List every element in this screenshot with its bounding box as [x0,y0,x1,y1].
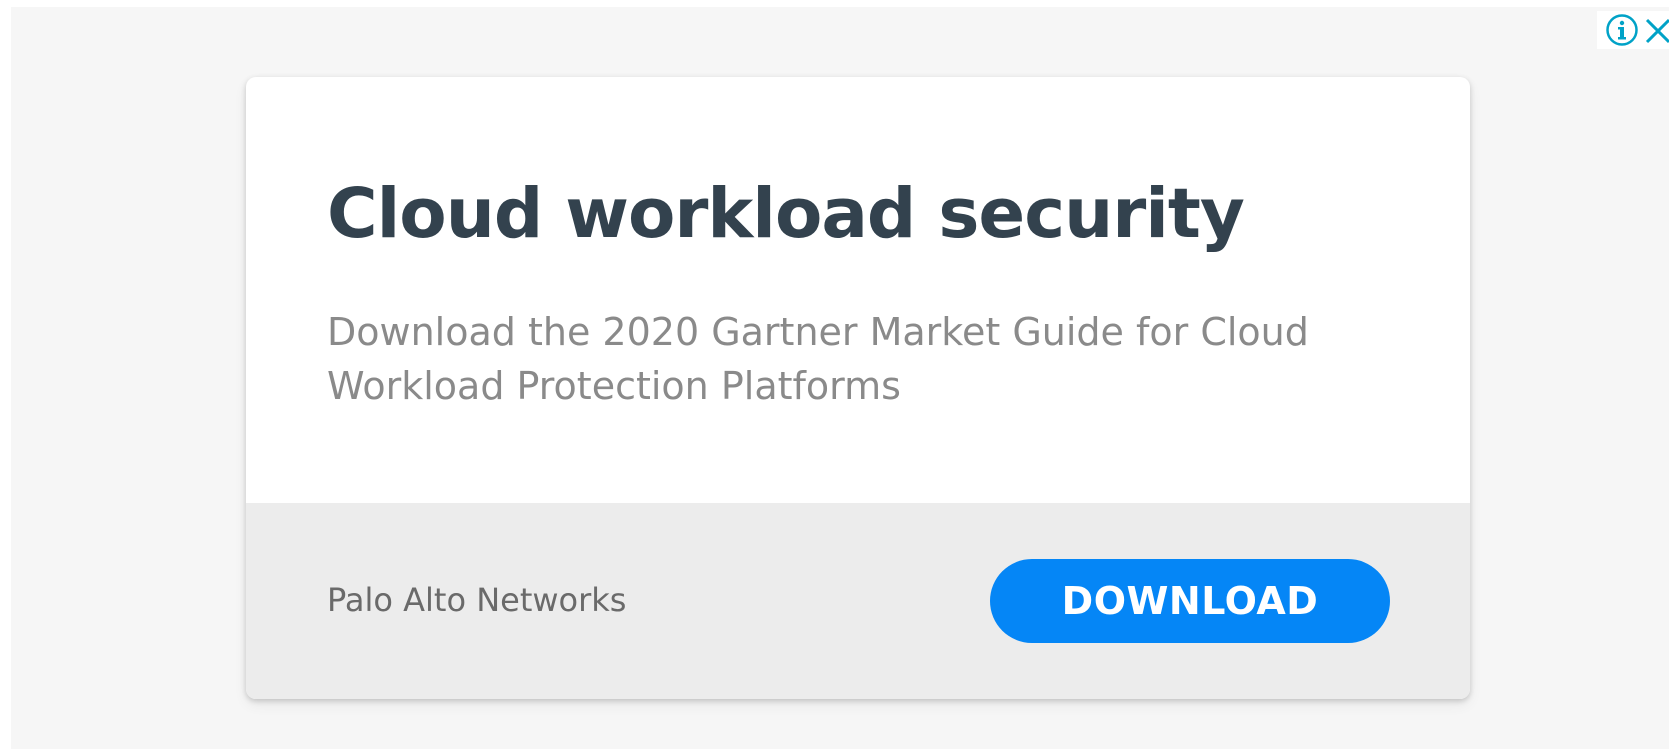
info-icon[interactable] [1603,11,1641,49]
close-icon[interactable] [1641,11,1669,49]
ad-card[interactable]: Cloud workload security Download the 202… [246,77,1470,699]
ad-headline: Cloud workload security [327,174,1245,254]
download-button[interactable]: DOWNLOAD [990,559,1390,643]
ad-footer: Palo Alto Networks DOWNLOAD [246,503,1470,699]
advertiser-name: Palo Alto Networks [327,581,627,619]
ad-controls [1597,11,1669,49]
ad-frame: Cloud workload security Download the 202… [11,7,1669,749]
ad-description: Download the 2020 Gartner Market Guide f… [327,310,1309,408]
